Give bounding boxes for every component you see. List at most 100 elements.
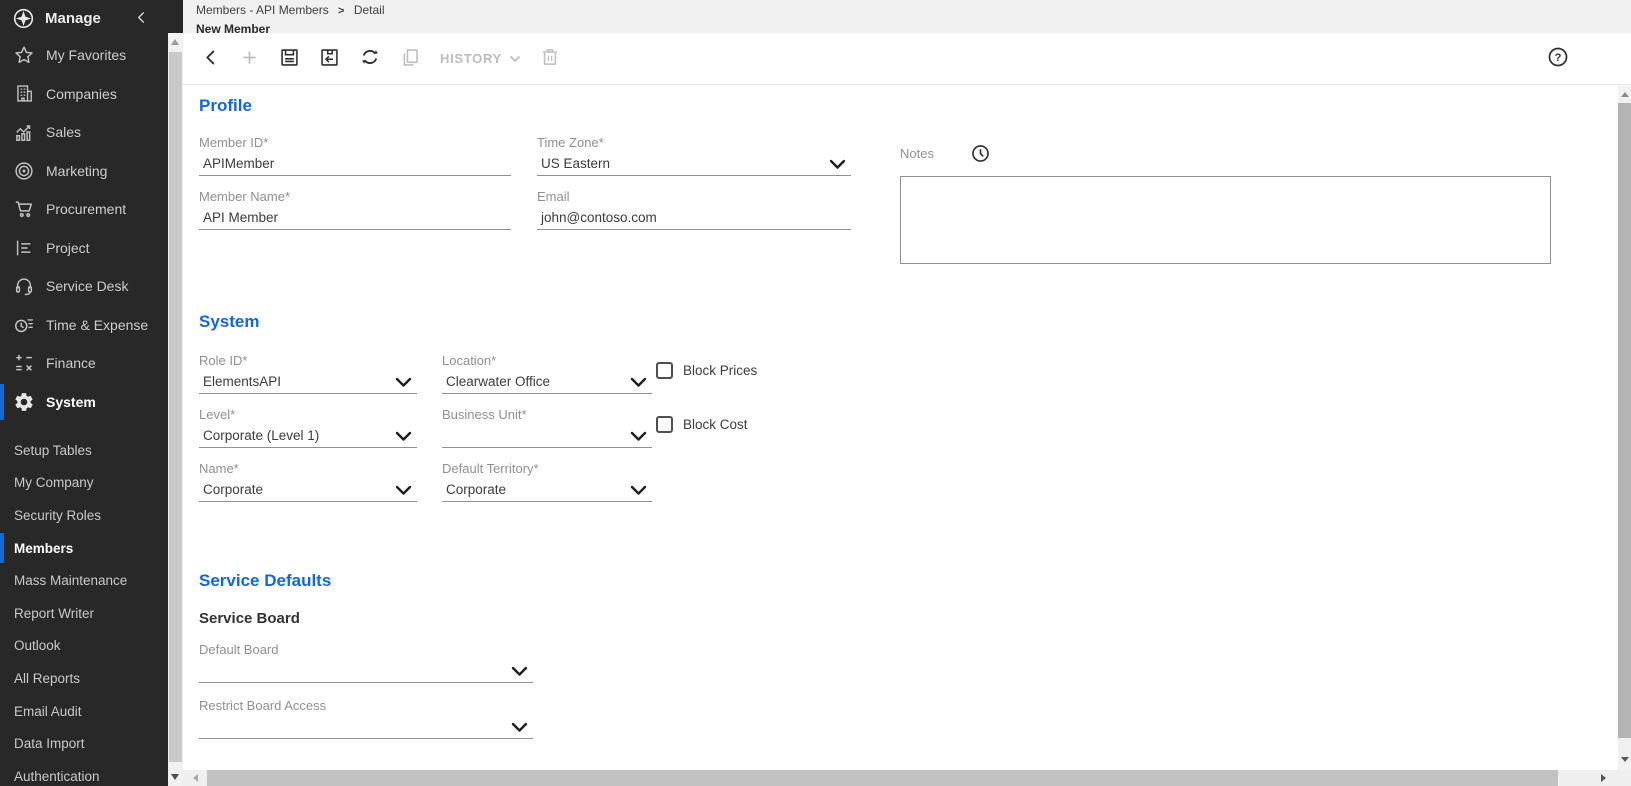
horizontal-scrollbar-thumb[interactable] xyxy=(207,770,1558,786)
checkbox-icon[interactable] xyxy=(656,362,673,379)
clock-list-icon xyxy=(13,314,35,336)
sidebar-subitem-mass-maintenance[interactable]: Mass Maintenance xyxy=(0,564,168,597)
email-input[interactable]: john@contoso.com xyxy=(537,205,851,230)
sidebar-nav: My Favorites Companies Sales Marketing P… xyxy=(0,36,183,421)
sidebar-item-finance[interactable]: Finance xyxy=(0,344,168,383)
chevron-down-icon[interactable] xyxy=(395,484,412,495)
sidebar-scrollbar[interactable] xyxy=(168,33,183,786)
chevron-down-icon[interactable] xyxy=(630,430,647,441)
chevron-down-icon[interactable] xyxy=(511,721,528,732)
history-dropdown[interactable]: HISTORY xyxy=(440,46,521,72)
sidebar-subitem-security-roles[interactable]: Security Roles xyxy=(0,499,168,532)
content-horizontal-scrollbar[interactable] xyxy=(183,770,1618,786)
sidebar-item-time-expense[interactable]: Time & Expense xyxy=(0,306,168,345)
checkbox-label: Block Prices xyxy=(683,363,757,378)
sidebar-scrollbar-thumb[interactable] xyxy=(169,52,182,762)
chevron-down-icon[interactable] xyxy=(829,158,846,169)
member-id-input[interactable]: APIMember xyxy=(199,151,511,176)
copy-button[interactable] xyxy=(400,46,421,72)
block-prices-checkbox[interactable]: Block Prices xyxy=(656,362,757,379)
add-button[interactable] xyxy=(239,46,260,72)
chevron-down-icon[interactable] xyxy=(630,484,647,495)
sidebar-collapse-icon[interactable] xyxy=(134,10,150,26)
sidebar-item-sales[interactable]: Sales xyxy=(0,113,168,152)
member-id-field[interactable]: Member ID* APIMember xyxy=(199,135,511,176)
sidebar-subitem-members[interactable]: Members xyxy=(0,532,168,565)
subitem-label: All Reports xyxy=(14,671,80,686)
checkbox-label: Block Cost xyxy=(683,417,748,432)
content-vertical-scrollbar[interactable] xyxy=(1618,86,1631,770)
save-and-close-button[interactable] xyxy=(319,46,340,72)
restrict-board-access-field[interactable]: Restrict Board Access xyxy=(199,698,533,739)
sidebar-item-my-favorites[interactable]: My Favorites xyxy=(0,36,168,75)
chevron-down-icon[interactable] xyxy=(511,665,528,676)
help-button[interactable]: ? xyxy=(1547,46,1569,72)
sidebar-item-marketing[interactable]: Marketing xyxy=(0,152,168,191)
refresh-button[interactable] xyxy=(359,46,381,72)
scroll-up-arrow-icon[interactable] xyxy=(1621,92,1629,97)
chevron-down-icon[interactable] xyxy=(395,376,412,387)
level-field[interactable]: Level* Corporate (Level 1) xyxy=(199,407,417,448)
sidebar-subitem-all-reports[interactable]: All Reports xyxy=(0,662,168,695)
profile-section-title: Profile xyxy=(199,96,252,116)
field-label: Time Zone* xyxy=(537,135,851,151)
default-territory-field[interactable]: Default Territory* Corporate xyxy=(442,461,652,502)
notes-textarea[interactable] xyxy=(900,176,1551,264)
member-name-field[interactable]: Member Name* API Member xyxy=(199,189,511,230)
help-icon: ? xyxy=(1547,46,1569,71)
back-button[interactable] xyxy=(201,46,220,72)
clock-icon[interactable] xyxy=(970,143,991,164)
chevron-down-icon[interactable] xyxy=(395,430,412,441)
scroll-right-arrow-icon[interactable] xyxy=(1601,774,1606,782)
role-id-field[interactable]: Role ID* ElementsAPI xyxy=(199,353,417,394)
email-field[interactable]: Email john@contoso.com xyxy=(537,189,851,230)
save-button[interactable] xyxy=(279,46,300,72)
chevron-left-icon xyxy=(201,48,220,70)
cart-icon xyxy=(13,198,35,220)
sidebar-item-label: Project xyxy=(46,240,90,256)
default-board-select[interactable] xyxy=(199,658,533,683)
checkbox-icon[interactable] xyxy=(656,416,673,433)
sidebar-item-label: Time & Expense xyxy=(46,317,148,333)
default-territory-select[interactable]: Corporate xyxy=(442,477,652,502)
save-close-icon xyxy=(319,47,340,71)
restrict-board-access-select[interactable] xyxy=(199,714,533,739)
sidebar-subitem-data-import[interactable]: Data Import xyxy=(0,727,168,760)
sidebar-subitem-authentication[interactable]: Authentication xyxy=(0,760,168,786)
sidebar-subitem-email-audit[interactable]: Email Audit xyxy=(0,695,168,728)
chevron-down-icon[interactable] xyxy=(630,376,647,387)
scroll-up-arrow-icon[interactable] xyxy=(171,39,179,45)
role-id-select[interactable]: ElementsAPI xyxy=(199,369,417,394)
sidebar-subitem-report-writer[interactable]: Report Writer xyxy=(0,597,168,630)
field-value: Clearwater Office xyxy=(446,374,550,389)
scroll-down-arrow-icon[interactable] xyxy=(1621,757,1629,762)
field-label: Member ID* xyxy=(199,135,511,151)
name-field[interactable]: Name* Corporate xyxy=(199,461,417,502)
sidebar-item-project[interactable]: Project xyxy=(0,229,168,268)
default-board-field[interactable]: Default Board xyxy=(199,642,533,683)
location-select[interactable]: Clearwater Office xyxy=(442,369,652,394)
sidebar-item-label: Sales xyxy=(46,124,81,140)
name-select[interactable]: Corporate xyxy=(199,477,417,502)
app-window: Manage My Favorites Companies Sales Mark… xyxy=(0,0,1631,786)
sidebar-item-system[interactable]: System xyxy=(0,383,168,422)
sidebar-item-service-desk[interactable]: Service Desk xyxy=(0,267,168,306)
scroll-down-arrow-icon[interactable] xyxy=(171,774,179,780)
scroll-left-arrow-icon[interactable] xyxy=(193,774,198,782)
sidebar-subitem-outlook[interactable]: Outlook xyxy=(0,630,168,663)
sidebar-subitem-my-company[interactable]: My Company xyxy=(0,467,168,500)
time-zone-select[interactable]: US Eastern xyxy=(537,151,851,176)
member-name-input[interactable]: API Member xyxy=(199,205,511,230)
sidebar-item-companies[interactable]: Companies xyxy=(0,75,168,114)
vertical-scrollbar-thumb[interactable] xyxy=(1618,103,1631,738)
time-zone-field[interactable]: Time Zone* US Eastern xyxy=(537,135,851,176)
business-unit-select[interactable] xyxy=(442,423,652,448)
block-cost-checkbox[interactable]: Block Cost xyxy=(656,416,748,433)
level-select[interactable]: Corporate (Level 1) xyxy=(199,423,417,448)
delete-button[interactable] xyxy=(540,46,560,72)
business-unit-field[interactable]: Business Unit* xyxy=(442,407,652,448)
sidebar-item-procurement[interactable]: Procurement xyxy=(0,190,168,229)
breadcrumb[interactable]: Members - API Members xyxy=(196,3,329,17)
sidebar-subitem-setup-tables[interactable]: Setup Tables xyxy=(0,434,168,467)
location-field[interactable]: Location* Clearwater Office xyxy=(442,353,652,394)
